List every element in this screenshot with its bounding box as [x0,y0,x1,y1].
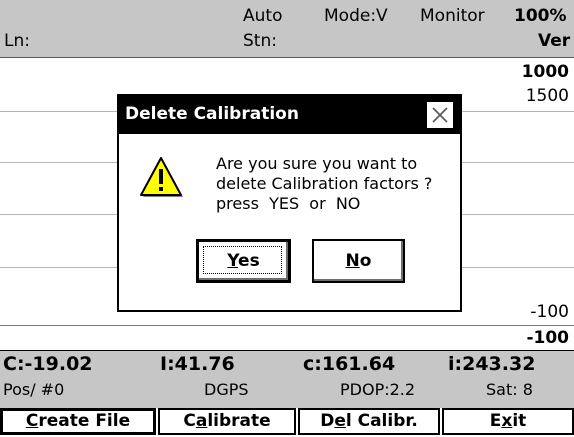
button-bar: Create File Calibrate Del Calibr. Exit [0,408,574,437]
create-file-button[interactable]: Create File [0,408,156,435]
calibrate-button[interactable]: Calibrate [158,408,296,435]
satellites-label: Sat: 8 [486,380,533,399]
percent-label: 100% [514,6,567,26]
close-button[interactable] [426,101,454,129]
delete-calibration-button[interactable]: Del Calibr. [298,408,440,435]
dialog-titlebar: Delete Calibration [119,96,460,134]
i-upper-value: I:41.76 [160,353,235,375]
dialog-message: Are you sure you want to delete Calibrat… [216,154,456,214]
no-button[interactable]: No [312,239,405,283]
focus-rectangle [203,246,282,274]
ver-label: Ver [538,31,571,51]
yes-button[interactable]: Yes [196,239,291,283]
message-line: Are you sure you want to [216,154,418,173]
c-upper-value: C:-19.02 [3,353,93,375]
dgps-label: DGPS [204,380,249,399]
dialog-title: Delete Calibration [125,104,299,124]
exit-button[interactable]: Exit [442,408,574,435]
pdop-label: PDOP:2.2 [340,380,416,399]
c-lower-value: c:161.64 [303,353,396,375]
header-bar: Ln: Auto Stn: Mode:V Monitor 100% Ver [0,0,574,58]
close-icon [432,107,448,123]
delete-calibration-dialog: Delete Calibration Are you sure you want… [117,94,462,312]
scale-bottom: -100 [530,302,569,322]
i-lower-value: i:243.32 [448,353,536,375]
line-label: Ln: [4,31,30,51]
warning-icon [140,157,183,197]
status-panel: C:-19.02 I:41.76 c:161.64 i:243.32 Pos/ … [0,350,574,409]
auto-label: Auto [243,6,283,26]
message-line: press YES or NO [216,194,361,213]
scale-bottom-bold: -100 [526,328,569,348]
message-line: delete Calibration factors ? [216,174,433,193]
monitor-label: Monitor [420,6,485,26]
grid-line [0,325,574,326]
position-label: Pos/ #0 [3,380,65,399]
scale-top: 1500 [525,86,569,106]
station-label: Stn: [243,31,277,51]
mode-label: Mode:V [324,6,388,26]
scale-top-bold: 1000 [521,62,569,82]
